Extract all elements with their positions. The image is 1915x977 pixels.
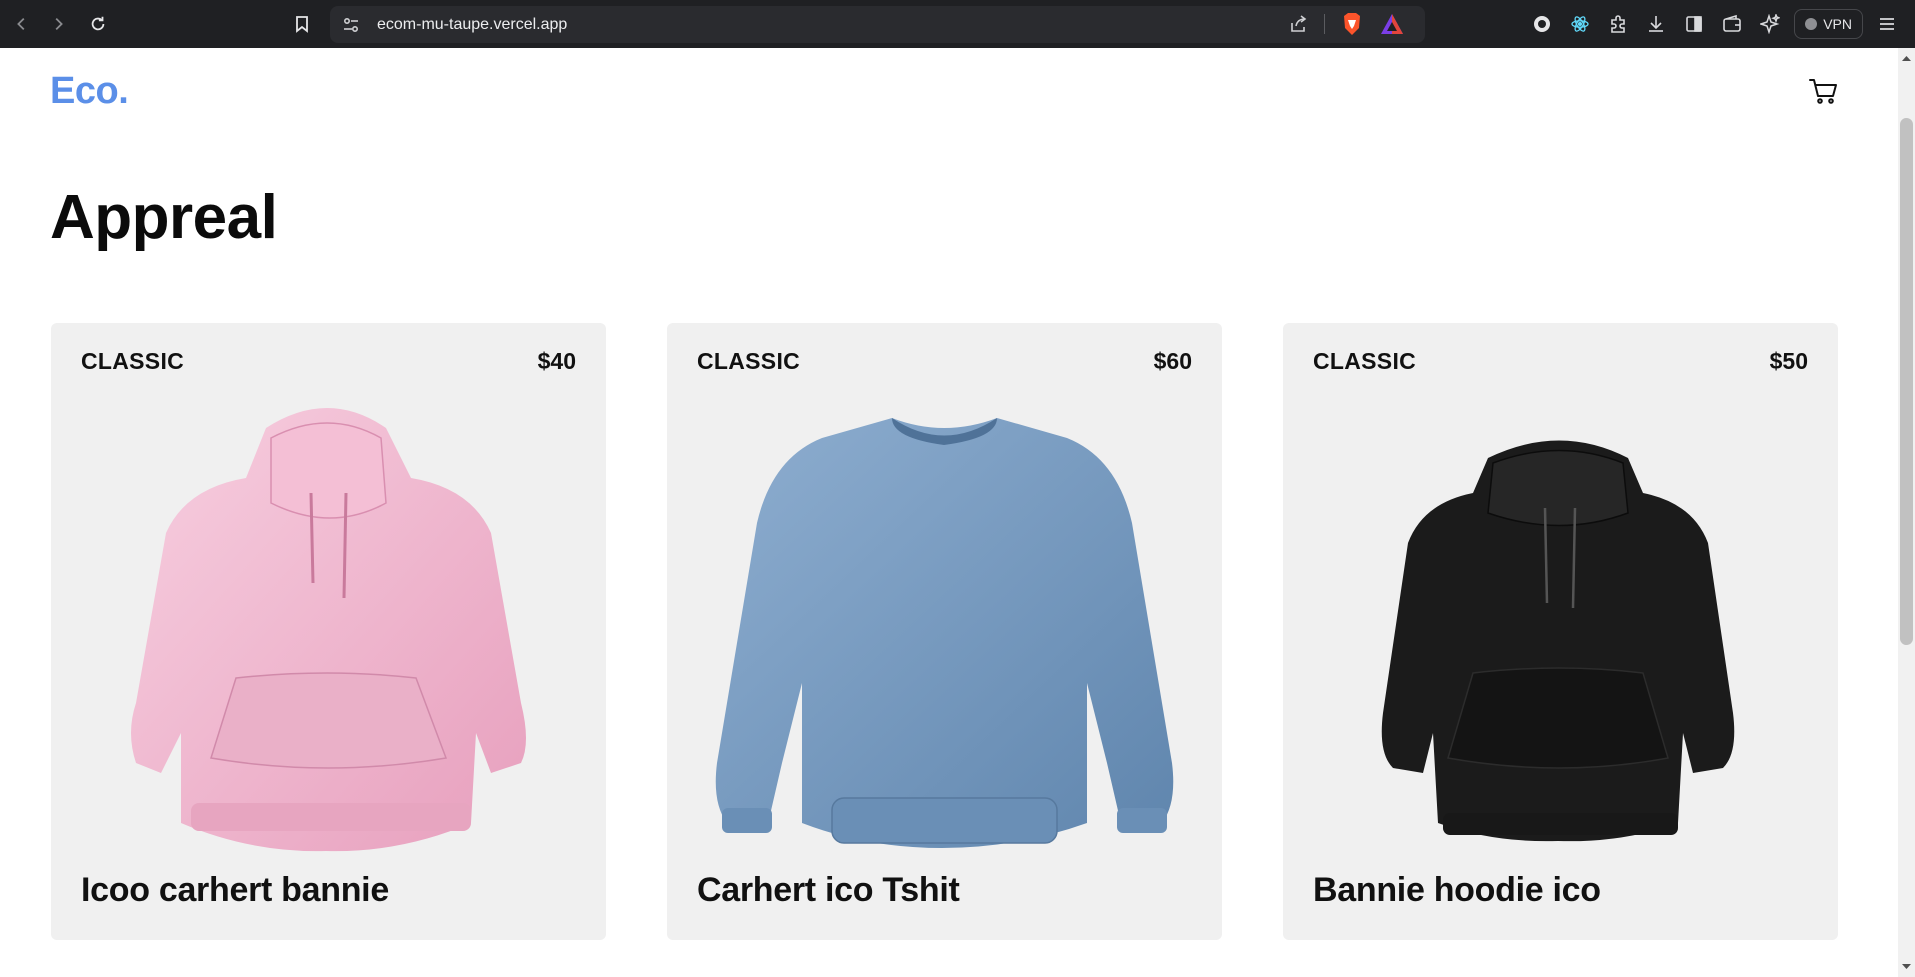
cart-icon[interactable] — [1807, 74, 1841, 108]
vpn-label: VPN — [1823, 16, 1852, 32]
brave-rewards-icon[interactable] — [1379, 11, 1405, 37]
share-icon[interactable] — [1286, 12, 1310, 36]
forward-icon[interactable] — [44, 10, 72, 38]
site-logo[interactable]: Eco. — [50, 70, 129, 113]
product-price: $50 — [1769, 348, 1808, 374]
react-devtools-icon[interactable] — [1566, 10, 1594, 38]
page-title: Appreal — [50, 183, 278, 252]
scroll-thumb[interactable] — [1900, 118, 1913, 645]
downloads-icon[interactable] — [1642, 10, 1670, 38]
scroll-down-icon[interactable] — [1902, 962, 1911, 971]
wallet-icon[interactable] — [1718, 10, 1746, 38]
product-card[interactable]: CLASSIC $50 Bannie hoodie ico — [1283, 323, 1838, 940]
scroll-up-icon[interactable] — [1902, 54, 1911, 63]
vpn-status-icon — [1805, 18, 1818, 30]
browser-toolbar: ecom-mu-taupe.vercel.app VPN — [0, 0, 1915, 48]
page-content: Eco. Appreal CLASSIC $40 Icoo carhert ba… — [0, 48, 1915, 977]
product-card[interactable]: CLASSIC $60 Carhert ico Tshit — [667, 323, 1222, 940]
product-tag: CLASSIC — [81, 348, 185, 374]
url-text: ecom-mu-taupe.vercel.app — [377, 15, 568, 33]
product-name: Bannie hoodie ico — [1313, 871, 1601, 909]
product-image-blue-sweatshirt[interactable] — [667, 383, 1222, 863]
product-price: $60 — [1153, 348, 1192, 374]
product-tag: CLASSIC — [1313, 348, 1417, 374]
product-name: Carhert ico Tshit — [697, 871, 960, 909]
back-icon[interactable] — [8, 10, 36, 38]
site-settings-icon[interactable] — [340, 14, 362, 36]
bookmark-icon[interactable] — [288, 10, 316, 38]
menu-icon[interactable] — [1873, 10, 1901, 38]
toolbar-divider — [1324, 14, 1325, 34]
product-name: Icoo carhert bannie — [81, 871, 389, 909]
brave-shields-icon[interactable] — [1339, 11, 1365, 37]
profile-icon[interactable] — [1528, 10, 1556, 38]
reload-icon[interactable] — [84, 10, 112, 38]
address-bar[interactable]: ecom-mu-taupe.vercel.app — [330, 6, 1425, 43]
leo-ai-icon[interactable] — [1756, 10, 1784, 38]
product-price: $40 — [537, 348, 576, 374]
product-image-pink-hoodie[interactable] — [51, 383, 606, 863]
product-card[interactable]: CLASSIC $40 Icoo carhert bannie — [51, 323, 606, 940]
extensions-icon[interactable] — [1604, 10, 1632, 38]
sidebar-icon[interactable] — [1680, 10, 1708, 38]
product-tag: CLASSIC — [697, 348, 801, 374]
product-image-black-hoodie[interactable] — [1283, 383, 1838, 863]
page-scrollbar[interactable] — [1898, 48, 1915, 977]
vpn-button[interactable]: VPN — [1794, 9, 1863, 39]
